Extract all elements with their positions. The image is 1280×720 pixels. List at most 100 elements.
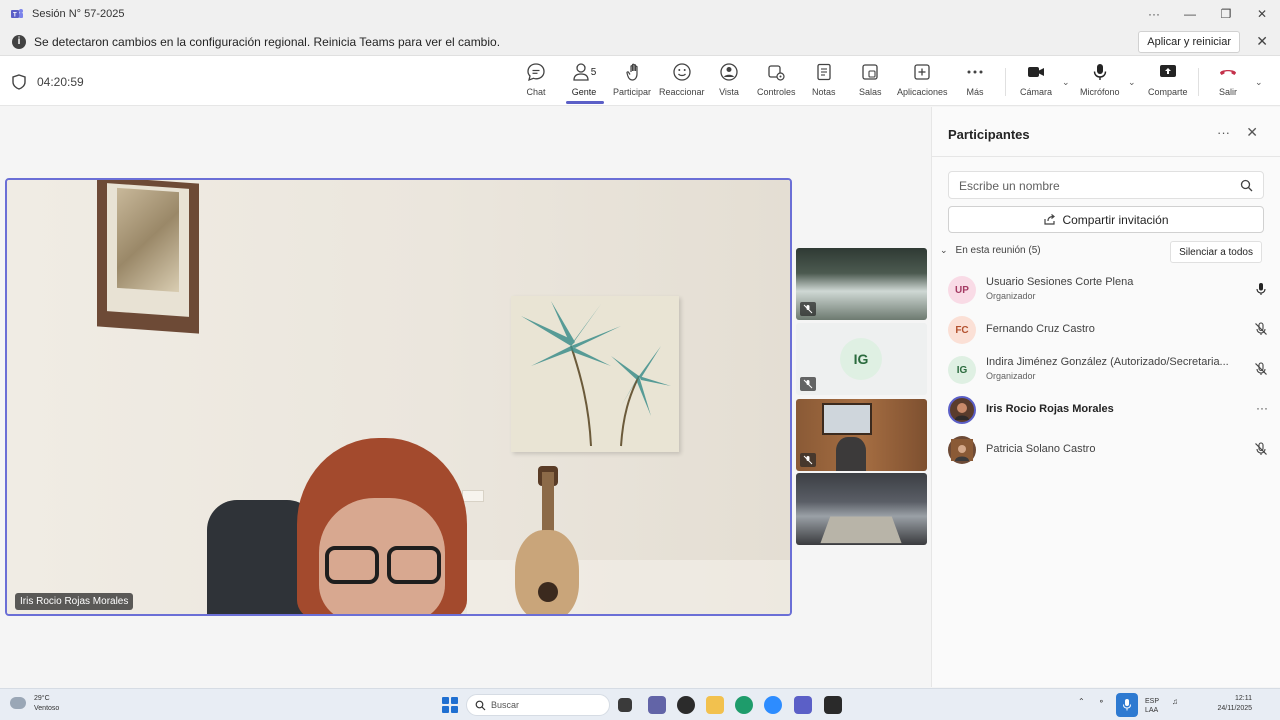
main-video-tile[interactable]: Iris Rocio Rojas Morales [5,178,792,616]
avatar: IG [840,338,882,380]
section-label: En esta reunión (5) [955,245,1041,256]
chat-icon [527,63,545,82]
cloud-app-icon[interactable] [677,696,695,714]
file-explorer-icon[interactable] [706,696,724,714]
notes-icon [817,63,831,81]
windows-start-icon[interactable] [442,697,458,713]
people-button[interactable]: 5 Gente [570,62,598,106]
minimize-button[interactable]: — [1172,0,1208,28]
chat-button[interactable]: Chat [526,62,546,106]
notes-label: Notas [812,87,836,97]
view-icon [720,63,738,81]
camera-label: Cámara [1020,87,1053,97]
close-notification-icon[interactable]: ✕ [1256,33,1268,50]
more-options-icon[interactable]: ··· [1136,0,1172,28]
in-meeting-section[interactable]: ⌄ En esta reunión (5) [940,245,1041,256]
wall-painting [511,296,679,452]
chat-label: Chat [526,87,546,97]
volume-icon[interactable]: ♫ [1172,697,1178,706]
raise-hand-button[interactable]: Participar [613,62,651,106]
microphone-icon [1093,64,1106,80]
react-label: Reaccionar [659,87,705,97]
meeting-timer: 04:20:59 [37,75,84,89]
weather-widget[interactable]: 29°C Ventoso [34,694,59,714]
participant-row[interactable]: FC Fernando Cruz Castro [948,314,1268,346]
info-icon: i [12,34,26,49]
participant-search-input[interactable] [959,177,1229,195]
apply-restart-button[interactable]: Aplicar y reiniciar [1138,31,1240,53]
microphone-button[interactable]: Micrófono [1080,62,1120,106]
react-button[interactable]: Reaccionar [659,62,705,106]
mic-options-chevron-icon[interactable]: ⌄ [1128,77,1136,88]
more-icon [967,70,983,74]
guitar [515,530,579,614]
view-button[interactable]: Vista [719,62,739,106]
microphone-label: Micrófono [1080,87,1120,97]
participant-row[interactable]: Patricia Solano Castro [948,434,1268,466]
mic-off-icon [1255,362,1267,375]
leave-label: Salir [1218,87,1237,97]
leave-options-chevron-icon[interactable]: ⌄ [1255,77,1263,88]
mic-off-icon [1255,442,1267,455]
raise-hand-label: Participar [613,87,652,97]
participant-search [948,171,1264,199]
mic-off-icon [800,377,816,391]
participant-row[interactable]: Iris Rocio Rojas Morales ··· [948,394,1268,426]
participant-name: Indira Jiménez González (Autorizado/Secr… [986,356,1229,368]
windows-taskbar: 29°C Ventoso Buscar ⌃ ⚬ ESP LAA ♫ 12:11 … [0,688,1280,720]
camera-button[interactable]: Cámara [1020,62,1052,106]
apps-button[interactable]: Aplicaciones [897,62,948,106]
video-thumbnail[interactable] [796,473,927,545]
panel-close-icon[interactable]: ✕ [1246,124,1258,141]
chevron-up-icon[interactable]: ⌃ [1078,697,1085,706]
hang-up-icon [1220,70,1236,75]
close-window-button[interactable]: ✕ [1244,0,1280,28]
camera-options-chevron-icon[interactable]: ⌄ [1062,77,1070,88]
more-button[interactable]: Más [965,62,985,106]
camera-icon [1028,67,1044,77]
avatar [948,396,976,424]
teams-app-icon[interactable] [794,696,812,714]
leave-button[interactable]: Salir [1218,62,1238,106]
rooms-button[interactable]: Salas [859,62,882,106]
taskbar-clock[interactable]: 12:11 24/11/2025 [1217,694,1252,714]
window-controls: ··· — ❐ ✕ [1136,0,1280,28]
mic-in-use-icon[interactable] [1116,693,1138,717]
video-thumbnail[interactable] [796,248,927,320]
breakout-rooms-icon [862,64,878,80]
teams-chat-icon[interactable] [648,696,666,714]
participant-row[interactable]: UP Usuario Sesiones Corte Plena Organiza… [948,274,1268,306]
video-thumbnail[interactable] [796,399,927,471]
avatar: FC [948,316,976,344]
emoji-icon [673,63,691,81]
search-icon[interactable] [1240,179,1253,192]
participant-more-icon[interactable]: ··· [1256,401,1268,415]
title-bar: T Sesión N° 57-2025 ··· — ❐ ✕ [0,0,1280,28]
chevron-down-icon: ⌄ [940,245,948,255]
taskbar-search[interactable]: Buscar [466,694,610,716]
network-icon[interactable]: ⚬ [1098,697,1105,706]
maximize-button[interactable]: ❐ [1208,0,1244,28]
task-view-icon[interactable] [618,698,632,712]
people-label: Gente [571,87,597,97]
zoom-app-icon[interactable] [764,696,782,714]
share-invite-button[interactable]: Compartir invitación [948,206,1264,233]
main-video-name-tag: Iris Rocio Rojas Morales [15,593,134,610]
notes-button[interactable]: Notas [812,62,836,106]
apps-label: Aplicaciones [897,87,948,97]
input-language[interactable]: ESP LAA [1145,697,1159,715]
share-button[interactable]: Comparte [1148,62,1188,106]
mute-all-button[interactable]: Silenciar a todos [1170,241,1262,263]
panel-more-icon[interactable]: ··· [1217,125,1230,140]
window-title: Sesión N° 57-2025 [32,8,125,20]
app-icon[interactable] [824,696,842,714]
edge-browser-icon[interactable] [735,696,753,714]
people-count: 5 [590,66,597,78]
notification-bar: i Se detectaron cambios en la configurac… [0,28,1280,56]
participant-row[interactable]: IG Indira Jiménez González (Autorizado/S… [948,354,1268,386]
video-thumbnail[interactable]: IG [796,323,927,395]
share-screen-icon [1159,65,1176,77]
controls-label: Controles [757,87,796,97]
controls-button[interactable]: Controles [757,62,796,106]
share-label: Comparte [1148,87,1188,97]
